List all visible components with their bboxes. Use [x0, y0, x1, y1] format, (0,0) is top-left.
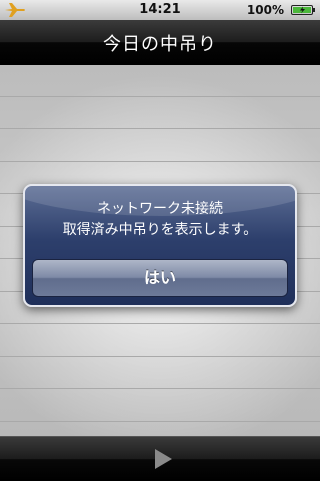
alert-message: 取得済み中吊りを表示します。	[62, 222, 258, 238]
navigation-bar: 今日の中吊り	[0, 20, 320, 65]
battery-icon	[291, 5, 315, 15]
page-title: 今日の中吊り	[103, 34, 217, 55]
network-alert-dialog: ネットワーク未接続 取得済み中吊りを表示します。 はい	[23, 184, 297, 307]
status-bar: 14:21 100%	[0, 0, 320, 20]
battery-percentage: 100%	[246, 3, 284, 17]
bottom-toolbar	[0, 436, 320, 481]
yes-button[interactable]: はい	[32, 259, 288, 297]
alert-title: ネットワーク未接続	[97, 201, 223, 217]
play-icon[interactable]	[150, 445, 176, 473]
